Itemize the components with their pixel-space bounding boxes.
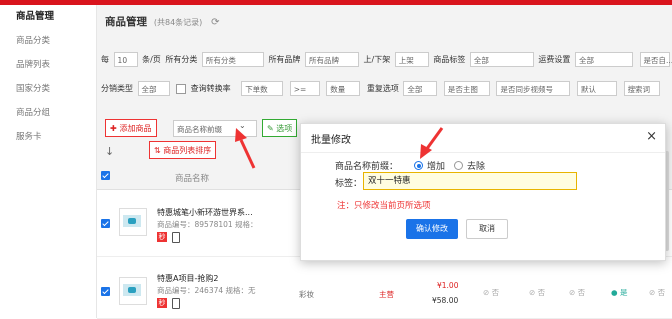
shelf-label: 上/下架: [363, 55, 391, 64]
flash-sale-badge: 秒: [157, 232, 167, 242]
close-icon[interactable]: ×: [646, 129, 657, 144]
per-page-input[interactable]: 10: [113, 52, 138, 67]
brand-label: 所有品牌: [268, 55, 301, 64]
row-checkbox[interactable]: [101, 219, 110, 228]
shipping-label: 运费设置: [538, 55, 571, 64]
price-1: ¥1.00: [437, 281, 459, 290]
quantity-input[interactable]: 数量: [326, 81, 361, 96]
sidebar-item-categories[interactable]: 商品分类: [0, 29, 96, 53]
filter-row-1: 每 10 条/页 所有分类 所有分类 所有品牌 所有品牌 上/下架 上架 商品标…: [101, 51, 672, 69]
tag-select[interactable]: 全部: [469, 52, 534, 67]
shipping-select[interactable]: 全部: [574, 52, 633, 67]
per-page-label: 每: [101, 55, 109, 64]
batch-edit-dialog: 批量修改 ×: [300, 123, 666, 261]
select-all-checkbox[interactable]: [101, 171, 110, 180]
flash-sale-badge: 秒: [157, 298, 167, 308]
dist-type-label: 分销类型: [101, 84, 133, 93]
annotation-arrow-icon: [235, 128, 256, 169]
order-select[interactable]: 下单数: [241, 81, 284, 96]
rate-checkbox[interactable]: [176, 83, 187, 94]
product-type: 主营: [379, 290, 394, 299]
product-name[interactable]: 特惠A项目-抢购2: [157, 273, 218, 284]
sidebar: 商品管理 商品分类 品牌列表 国家分类 商品分组 服务卡: [0, 5, 97, 318]
sort-list-label: 商品列表排序: [163, 146, 212, 155]
add-product-button[interactable]: ✚ 添加商品: [105, 119, 157, 137]
flag-5-text: 否: [657, 288, 666, 297]
sidebar-item-products[interactable]: 商品管理: [0, 5, 96, 29]
product-thumbnail: [119, 208, 147, 236]
sort-list-button[interactable]: ⇅ 商品列表排序: [149, 141, 217, 159]
main-image-select[interactable]: 是否主图: [443, 81, 490, 96]
phone-icon: [172, 232, 180, 243]
category-select[interactable]: 所有分类: [201, 52, 264, 67]
filter-row-2: 分销类型 全部 查询转换率 下单数 >= 数量 重复选项 全部 是否主图 是否同…: [101, 80, 662, 98]
annotation-arrow-icon: [420, 127, 444, 159]
flag-3: ⊘ 否: [569, 288, 586, 297]
operator-select[interactable]: >=: [289, 81, 320, 96]
video-sync-select[interactable]: 是否同步视频号: [496, 81, 571, 96]
flag-2: ⊘ 否: [529, 288, 546, 297]
column-header-name: 商品名称: [175, 174, 210, 184]
category-label: 所有分类: [165, 55, 198, 64]
sidebar-item-groups[interactable]: 商品分组: [0, 101, 96, 125]
confirm-button[interactable]: 确认修改: [406, 219, 458, 239]
sort-icon: ⇅: [154, 146, 161, 155]
table-row[interactable]: 特惠A项目-抢购2 商品编号：246374 规格：无 秒 彩妆 主营 ¥1.00…: [97, 257, 672, 319]
filter-panel: 每 10 条/页 所有分类 所有分类 所有品牌 所有品牌 上/下架 上架 商品标…: [97, 43, 672, 111]
tag-label: 商品标签: [433, 55, 466, 64]
radio-remove[interactable]: [454, 161, 463, 170]
price-2: ¥58.00: [432, 296, 459, 305]
plus-icon: ✚: [110, 124, 120, 133]
flag-4: ● 是: [611, 288, 628, 297]
prefix-select-value: 商品名称前缀: [177, 125, 222, 134]
dialog-header: 批量修改 ×: [301, 124, 665, 153]
dist-type-select[interactable]: 全部: [137, 81, 170, 96]
flag-5: ⊘ 否: [649, 288, 666, 297]
product-style: 彩妆: [299, 290, 314, 299]
product-thumbnail: [119, 277, 147, 305]
option-button[interactable]: ✎ 选项: [262, 119, 298, 137]
rate-label: 查询转换率: [190, 84, 231, 93]
flag-1: ⊘ 否: [483, 288, 500, 297]
record-count: (共84条记录): [153, 18, 203, 27]
radio-add[interactable]: [414, 161, 423, 170]
product-name[interactable]: 特惠城笔小新环游世界系...: [157, 207, 253, 218]
sort-default-select[interactable]: 默认: [577, 81, 618, 96]
row-checkbox[interactable]: [101, 287, 110, 296]
flag-3-text: 否: [577, 288, 586, 297]
phone-icon: [172, 298, 180, 309]
dup-select[interactable]: 全部: [403, 81, 438, 96]
download-icon[interactable]: ↓: [105, 145, 114, 158]
sidebar-item-brands[interactable]: 品牌列表: [0, 53, 96, 77]
tag-input[interactable]: 双十一特惠: [363, 172, 577, 190]
refresh-icon[interactable]: ⟳: [211, 17, 219, 28]
auto-select[interactable]: 是否自...: [639, 52, 672, 67]
prefix-label: 商品名称前缀：: [335, 162, 399, 172]
flag-2-text: 否: [537, 288, 546, 297]
page-title-row: 商品管理 (共84条记录) ⟳: [105, 13, 220, 31]
brand-select[interactable]: 所有品牌: [304, 52, 359, 67]
dialog-note: 注：只修改当前页所选项: [337, 201, 431, 211]
shelf-select[interactable]: 上架: [394, 52, 429, 67]
option-label: 选项: [276, 124, 293, 133]
dialog-title: 批量修改: [311, 135, 351, 146]
cancel-button[interactable]: 取消: [466, 219, 508, 239]
search-input[interactable]: 搜索词: [623, 81, 660, 96]
page-title: 商品管理: [105, 16, 147, 28]
radio-remove-label[interactable]: 去除: [467, 159, 485, 172]
dup-label: 重复选项: [366, 84, 399, 93]
flag-1-text: 否: [491, 288, 500, 297]
add-product-label: 添加商品: [119, 124, 152, 133]
product-meta: 商品编号：246374 规格：无: [157, 286, 256, 295]
per-page-suffix: 条/页: [142, 55, 161, 64]
edit-icon: ✎: [267, 124, 274, 133]
tag-label: 标签：: [335, 179, 363, 189]
product-meta: 商品编号：89578101 规格：: [157, 220, 258, 229]
sidebar-item-service-card[interactable]: 服务卡: [0, 125, 96, 149]
sidebar-item-countries[interactable]: 国家分类: [0, 77, 96, 101]
flag-4-text: 是: [619, 288, 628, 297]
